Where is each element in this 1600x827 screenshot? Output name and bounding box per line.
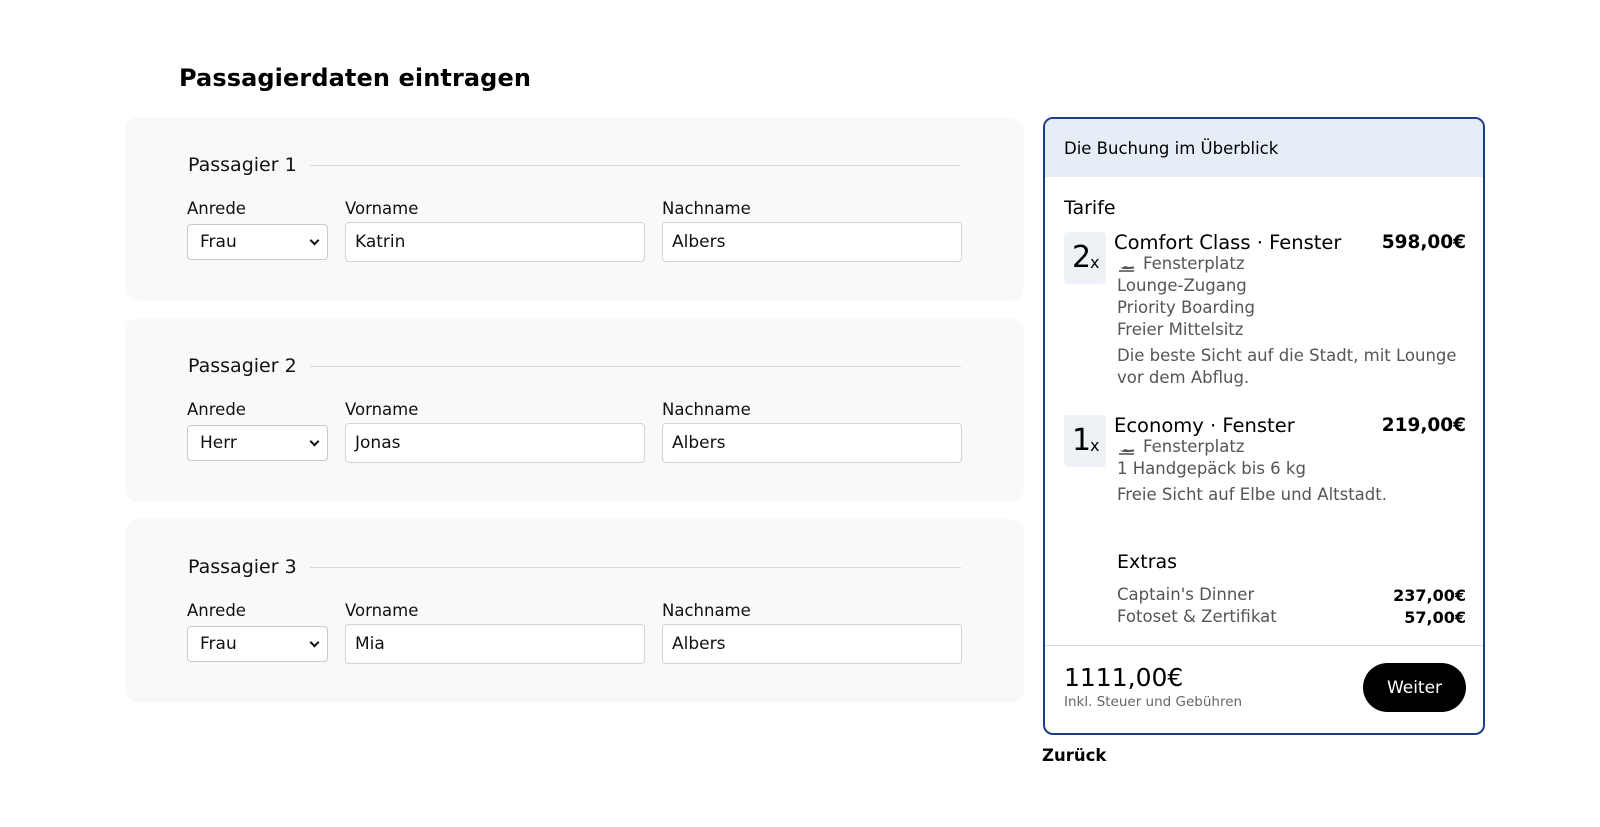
nachname-input[interactable]: Albers bbox=[662, 423, 962, 463]
vorname-value: Katrin bbox=[355, 232, 406, 252]
nachname-value: Albers bbox=[672, 433, 726, 453]
vorname-value: Jonas bbox=[355, 433, 401, 453]
nachname-label: Nachname bbox=[662, 199, 751, 218]
page-title: Passagierdaten eintragen bbox=[179, 64, 532, 92]
vorname-input[interactable]: Katrin bbox=[345, 222, 645, 262]
airplane-icon bbox=[1119, 266, 1135, 272]
nachname-label: Nachname bbox=[662, 400, 751, 419]
nachname-input[interactable]: Albers bbox=[662, 624, 962, 664]
anrede-select[interactable]: Frau bbox=[187, 224, 328, 260]
anrede-value: Herr bbox=[200, 433, 237, 453]
tarif-description: Die beste Sicht auf die Stadt, mit Loung… bbox=[1117, 346, 1457, 387]
tarif-feature: 1 Handgepäck bis 6 kg bbox=[1117, 459, 1306, 478]
chevron-down-icon bbox=[309, 235, 320, 246]
nachname-input[interactable]: Albers bbox=[662, 222, 962, 262]
passenger-card-1: Passagier 1 Anrede Vorname Nachname Frau… bbox=[125, 117, 1024, 301]
anrede-label: Anrede bbox=[187, 199, 246, 218]
extra-name: Fotoset & Zertifikat bbox=[1117, 607, 1277, 626]
booking-summary: Die Buchung im Überblick Tarife 2 x Comf… bbox=[1043, 117, 1485, 735]
extras-title: Extras bbox=[1117, 551, 1178, 573]
anrede-select[interactable]: Herr bbox=[187, 425, 328, 461]
passenger-heading: Passagier 2 bbox=[188, 355, 297, 377]
tarife-title: Tarife bbox=[1064, 197, 1116, 219]
tarif-name: Economy · Fenster bbox=[1114, 414, 1295, 437]
passenger-card-2: Passagier 2 Anrede Vorname Nachname Herr… bbox=[125, 318, 1024, 502]
tarif-feature: Fensterplatz bbox=[1143, 254, 1245, 273]
vorname-label: Vorname bbox=[345, 199, 419, 218]
extra-price: 57,00€ bbox=[1404, 608, 1466, 627]
quantity-suffix: x bbox=[1090, 253, 1100, 272]
passenger-card-3: Passagier 3 Anrede Vorname Nachname Frau… bbox=[125, 519, 1024, 703]
vorname-input[interactable]: Jonas bbox=[345, 423, 645, 463]
tarif-feature: Fensterplatz bbox=[1143, 437, 1245, 456]
divider bbox=[309, 566, 961, 568]
quantity-badge: 1 x bbox=[1064, 415, 1106, 467]
divider bbox=[309, 164, 961, 166]
extra-price: 237,00€ bbox=[1393, 586, 1466, 605]
chevron-down-icon bbox=[309, 436, 320, 447]
passenger-heading: Passagier 3 bbox=[188, 556, 297, 578]
anrede-value: Frau bbox=[200, 634, 237, 654]
weiter-button[interactable]: Weiter bbox=[1363, 663, 1466, 712]
quantity-badge: 2 x bbox=[1064, 232, 1106, 284]
back-link[interactable]: Zurück bbox=[1042, 746, 1106, 765]
anrede-select[interactable]: Frau bbox=[187, 626, 328, 662]
tarif-price: 219,00€ bbox=[1381, 415, 1466, 436]
vorname-value: Mia bbox=[355, 634, 385, 654]
nachname-value: Albers bbox=[672, 634, 726, 654]
anrede-value: Frau bbox=[200, 232, 237, 252]
total-note: Inkl. Steuer und Gebühren bbox=[1064, 694, 1243, 710]
airplane-icon bbox=[1119, 449, 1135, 455]
vorname-label: Vorname bbox=[345, 601, 419, 620]
tarif-price: 598,00€ bbox=[1381, 232, 1466, 253]
tarif-name: Comfort Class · Fenster bbox=[1114, 231, 1342, 254]
quantity-value: 2 bbox=[1072, 240, 1092, 275]
anrede-label: Anrede bbox=[187, 601, 246, 620]
summary-header: Die Buchung im Überblick bbox=[1045, 119, 1483, 177]
nachname-value: Albers bbox=[672, 232, 726, 252]
nachname-label: Nachname bbox=[662, 601, 751, 620]
extra-name: Captain's Dinner bbox=[1117, 585, 1255, 604]
vorname-label: Vorname bbox=[345, 400, 419, 419]
total-price: 1111,00€ bbox=[1064, 663, 1184, 692]
tarif-description: Freie Sicht auf Elbe und Altstadt. bbox=[1117, 485, 1387, 504]
divider bbox=[309, 365, 961, 367]
summary-footer: 1111,00€ Inkl. Steuer und Gebühren Weite… bbox=[1045, 645, 1483, 733]
anrede-label: Anrede bbox=[187, 400, 246, 419]
chevron-down-icon bbox=[309, 637, 320, 648]
quantity-suffix: x bbox=[1090, 436, 1100, 455]
tarif-feature: Priority Boarding bbox=[1117, 298, 1255, 317]
summary-title: Die Buchung im Überblick bbox=[1064, 138, 1279, 158]
quantity-value: 1 bbox=[1072, 423, 1092, 458]
vorname-input[interactable]: Mia bbox=[345, 624, 645, 664]
passenger-heading: Passagier 1 bbox=[188, 154, 297, 176]
tarif-feature: Freier Mittelsitz bbox=[1117, 320, 1244, 339]
tarif-feature: Lounge-Zugang bbox=[1117, 276, 1247, 295]
